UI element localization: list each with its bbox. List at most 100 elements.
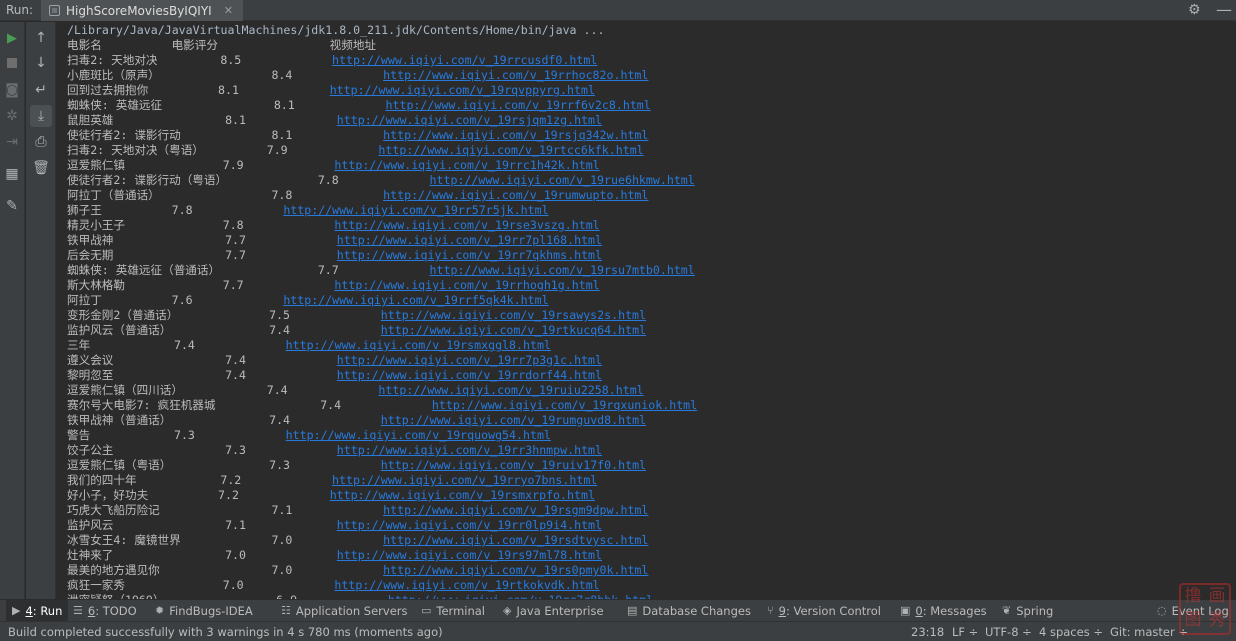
movie-url[interactable]: http://www.iqiyi.com/v_19rsmxggl8.html bbox=[286, 338, 551, 352]
movie-url[interactable]: http://www.iqiyi.com/v_19rrcusdf0.html bbox=[332, 53, 597, 67]
minimize-icon[interactable]: — bbox=[1216, 0, 1232, 19]
movie-url[interactable]: http://www.iqiyi.com/v_19ruiu2258.html bbox=[378, 383, 643, 397]
movie-url[interactable]: http://www.iqiyi.com/v_19rrdorf44.html bbox=[337, 368, 602, 382]
gear-icon[interactable]: ⚙ bbox=[1188, 2, 1201, 18]
trash-icon[interactable]: 🗑 bbox=[30, 157, 52, 179]
movie-url[interactable]: http://www.iqiyi.com/v_19rr57r5jk.html bbox=[283, 203, 548, 217]
movie-name: 监护风云（普通话） bbox=[67, 323, 172, 337]
pin-icon[interactable]: ✎ bbox=[1, 195, 23, 217]
movie-url[interactable]: http://www.iqiyi.com/v_19rrhoc82o.html bbox=[383, 68, 648, 82]
messages-icon: ▣ bbox=[900, 604, 911, 617]
mnemonic: 4 bbox=[25, 603, 33, 618]
movie-rating: 7.8 bbox=[271, 188, 293, 202]
movie-name: 阿拉丁 bbox=[67, 293, 102, 307]
movie-url[interactable]: http://www.iqiyi.com/v_19rr3hnmpw.html bbox=[337, 443, 602, 457]
movie-url[interactable]: http://www.iqiyi.com/v_19rrc1h42k.html bbox=[334, 158, 599, 172]
console-output[interactable]: /Library/Java/JavaVirtualMachines/jdk1.8… bbox=[57, 22, 1236, 599]
movie-url[interactable]: http://www.iqiyi.com/v_19rumwupto.html bbox=[383, 188, 648, 202]
tool-window-findbugs-idea[interactable]: ✹ FindBugs-IDEA bbox=[155, 600, 253, 621]
movie-url[interactable]: http://www.iqiyi.com/v_19rumguvd8.html bbox=[381, 413, 646, 427]
close-icon[interactable]: ✕ bbox=[224, 4, 233, 17]
movie-name: 饺子公主 bbox=[67, 443, 114, 457]
tool-window-messages[interactable]: ▣ 0: Messages bbox=[900, 600, 987, 621]
console-row: 灶神来了 7.0 http://www.iqiyi.com/v_19rs97ml… bbox=[67, 548, 602, 562]
tool-window-version-control[interactable]: ⑂ 9: Version Control bbox=[767, 600, 881, 621]
rerun-icon[interactable]: ▶ bbox=[1, 27, 23, 49]
movie-url[interactable]: http://www.iqiyi.com/v_19rr7qkhms.html bbox=[337, 248, 602, 262]
run-tab[interactable]: HighScoreMoviesByIQIYI ✕ bbox=[41, 0, 243, 21]
movie-url[interactable]: http://www.iqiyi.com/v_19rse3vszg.html bbox=[334, 218, 599, 232]
movie-url[interactable]: http://www.iqiyi.com/v_19rsgm9dpw.html bbox=[383, 503, 648, 517]
tool-window-bar: ▶ 4: Run ☰ 6: TODO ✹ FindBugs-IDEA ☷ Applicatio… bbox=[0, 599, 1236, 621]
movie-rating: 7.3 bbox=[225, 443, 247, 457]
layout-icon[interactable]: ▦ bbox=[1, 163, 23, 185]
movie-name: 逗爱熊仁镇 bbox=[67, 158, 125, 172]
movie-url[interactable]: http://www.iqiyi.com/v_19rrf6v2c8.html bbox=[386, 98, 651, 112]
movie-url[interactable]: http://www.iqiyi.com/v_19ruiv17f0.html bbox=[381, 458, 646, 472]
movie-rating: 7.4 bbox=[266, 383, 288, 397]
movie-name: 阿拉丁（普通话） bbox=[67, 188, 160, 202]
movie-url[interactable]: http://www.iqiyi.com/v_19rtkucq64.html bbox=[381, 323, 646, 337]
movie-url[interactable]: http://www.iqiyi.com/v_19rs0pmy0k.html bbox=[383, 563, 648, 577]
movie-url[interactable]: http://www.iqiyi.com/v_19rquowg54.html bbox=[286, 428, 551, 442]
run-tab-label: HighScoreMoviesByIQIYI bbox=[66, 3, 212, 18]
soft-wrap-icon[interactable]: ↵ bbox=[30, 79, 52, 101]
tool-window-java-enterprise[interactable]: ◈ Java Enterprise bbox=[503, 600, 604, 621]
movie-url[interactable]: http://www.iqiyi.com/v_19rsmxrpfo.html bbox=[330, 488, 595, 502]
movie-url[interactable]: http://www.iqiyi.com/v_19rs97ml78.html bbox=[337, 548, 602, 562]
console-row: 回到过去拥抱你 8.1 http://www.iqiyi.com/v_19rqv… bbox=[67, 83, 595, 97]
movie-url[interactable]: http://www.iqiyi.com/v_19rue6hkmw.html bbox=[430, 173, 695, 187]
scroll-to-end-icon[interactable]: ⤓ bbox=[30, 105, 52, 127]
movie-url[interactable]: http://www.iqiyi.com/v_19rsjq342w.html bbox=[383, 128, 648, 142]
console-row: 精灵小王子 7.8 http://www.iqiyi.com/v_19rse3v… bbox=[67, 218, 600, 232]
movie-rating: 7.4 bbox=[269, 323, 291, 337]
movie-name: 狮子王 bbox=[67, 203, 102, 217]
movie-rating: 7.3 bbox=[173, 428, 195, 442]
movie-rating: 7.1 bbox=[225, 518, 247, 532]
movie-name: 小鹿斑比（原声） bbox=[67, 68, 160, 82]
camera-icon[interactable]: ◙ bbox=[1, 79, 23, 101]
movie-url[interactable]: http://www.iqiyi.com/v_19rrf5qk4k.html bbox=[283, 293, 548, 307]
build-status-message[interactable]: Build completed successfully with 3 warn… bbox=[8, 625, 443, 639]
movie-name: 疯狂一家秀 bbox=[67, 578, 125, 592]
movie-name: 使徒行者2: 谍影行动（粤语） bbox=[67, 173, 228, 187]
movie-url[interactable]: http://www.iqiyi.com/v_19rqxuniok.html bbox=[432, 398, 697, 412]
movie-url[interactable]: http://www.iqiyi.com/v_19rqvppyrg.html bbox=[330, 83, 595, 97]
tool-window-spring[interactable]: ❦ Spring bbox=[1002, 600, 1053, 621]
tool-window-run[interactable]: ▶ 4: Run bbox=[6, 600, 69, 621]
console-row: 疯狂一家秀 7.0 http://www.iqiyi.com/v_19rtkok… bbox=[67, 578, 600, 592]
movie-url[interactable]: http://www.iqiyi.com/v_19rsu7mtb0.html bbox=[430, 263, 695, 277]
movie-rating: 7.7 bbox=[225, 248, 247, 262]
tool-window-terminal[interactable]: ▭ Terminal bbox=[421, 600, 485, 621]
print-icon[interactable]: ⎙ bbox=[30, 131, 52, 153]
console-row: 鼠胆英雄 8.1 http://www.iqiyi.com/v_19rsjqm1… bbox=[67, 113, 602, 127]
movie-url[interactable]: http://www.iqiyi.com/v_19rsawys2s.html bbox=[381, 308, 646, 322]
line-separator[interactable]: LF ÷ bbox=[952, 625, 978, 639]
movie-url[interactable]: http://www.iqiyi.com/v_19rr7p3g1c.html bbox=[337, 353, 602, 367]
exit-icon[interactable]: ⇥ bbox=[1, 131, 23, 153]
console-row: 黎明忽至 7.4 http://www.iqiyi.com/v_19rrdorf… bbox=[67, 368, 602, 382]
tool-window-application-servers[interactable]: ☷ Application Servers bbox=[281, 600, 408, 621]
stop-icon[interactable] bbox=[1, 52, 23, 74]
movie-url[interactable]: http://www.iqiyi.com/v_19rr0lp9i4.html bbox=[337, 518, 602, 532]
movie-url[interactable]: http://www.iqiyi.com/v_19rsjqm1zg.html bbox=[337, 113, 602, 127]
tool-window-database-changes[interactable]: ▤ Database Changes bbox=[627, 600, 751, 621]
movie-url[interactable]: http://www.iqiyi.com/v_19rr7pl168.html bbox=[337, 233, 602, 247]
caret-position[interactable]: 23:18 bbox=[911, 625, 944, 639]
movie-url[interactable]: http://www.iqiyi.com/v_19rrhogh1g.html bbox=[334, 278, 599, 292]
watermark-char: 画 bbox=[1208, 586, 1226, 606]
git-branch[interactable]: Git: master ÷ bbox=[1110, 625, 1188, 639]
movie-name: 监护风云 bbox=[67, 518, 114, 532]
movie-url[interactable]: http://www.iqiyi.com/v_19rtcc6kfk.html bbox=[378, 143, 643, 157]
movie-url[interactable]: http://www.iqiyi.com/v_19rtkokvdk.html bbox=[334, 578, 599, 592]
arrow-down-icon[interactable]: ↓ bbox=[30, 52, 52, 74]
debug-bug-icon[interactable]: ✲ bbox=[1, 105, 23, 127]
console-row: 遵义会议 7.4 http://www.iqiyi.com/v_19rr7p3g… bbox=[67, 353, 602, 367]
file-encoding[interactable]: UTF-8 ÷ bbox=[985, 625, 1032, 639]
movie-url[interactable]: http://www.iqiyi.com/v_19rryo7bns.html bbox=[332, 473, 597, 487]
movie-url[interactable]: http://www.iqiyi.com/v_19rsdtvysc.html bbox=[383, 533, 648, 547]
indent-setting[interactable]: 4 spaces ÷ bbox=[1039, 625, 1103, 639]
arrow-up-icon[interactable]: ↑ bbox=[30, 27, 52, 49]
tool-window-todo[interactable]: ☰ 6: TODO bbox=[73, 600, 137, 621]
console-row: 狮子王 7.8 http://www.iqiyi.com/v_19rr57r5j… bbox=[67, 203, 549, 217]
